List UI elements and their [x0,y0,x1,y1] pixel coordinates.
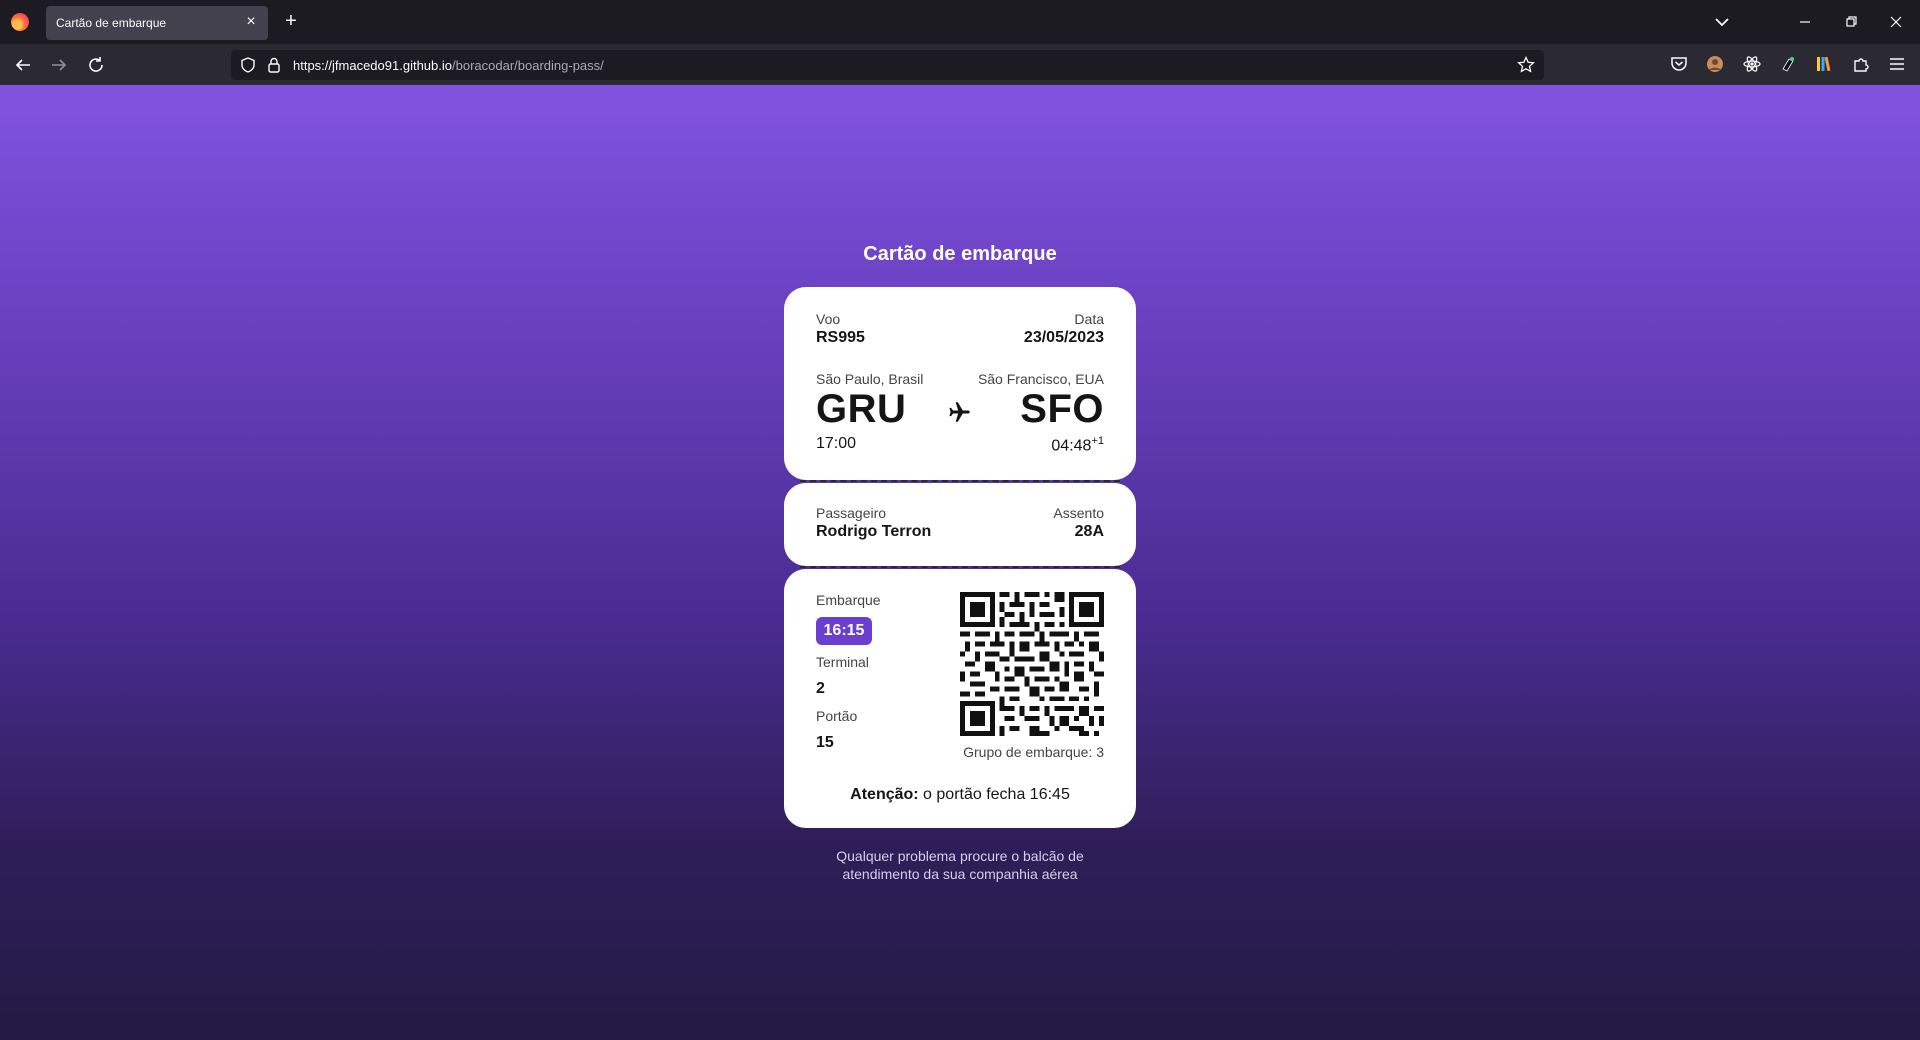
passenger-label: Passageiro [816,505,887,521]
passenger-card: Passageiro Rodrigo Terron Assento 28A [784,483,1136,566]
tab-title: Cartão de embarque [56,16,167,30]
back-arrow-icon[interactable] [10,52,36,78]
url-text[interactable]: https://jfmacedo91.github.io/boracodar/b… [293,58,604,73]
date-label: Data [1074,311,1104,327]
extension-dark-icon[interactable] [1777,53,1799,75]
hamburger-menu-icon[interactable] [1886,53,1908,75]
arrival-time-group: 04:48+1 [1051,435,1104,455]
airplane-icon [949,402,970,422]
lock-icon[interactable] [265,56,283,74]
boarding-label: Embarque [816,592,881,608]
origin-code: GRU [816,387,907,431]
help-footnote: Qualquer problema procure o balcão de at… [0,847,1920,883]
gate-value: 15 [816,734,834,751]
flight-label: Voo [816,311,841,327]
seat-label: Assento [1053,505,1104,521]
bookmark-star-icon[interactable] [1516,55,1536,75]
url-bar[interactable]: https://jfmacedo91.github.io/boracodar/b… [231,50,1544,80]
url-path: /boracodar/boarding-pass/ [452,58,604,73]
seat-number: 28A [1074,523,1104,540]
gate-label: Portão [816,708,858,724]
page-background: Cartão de embarque Voo RS995 Data 23/05/… [0,85,1920,1040]
footnote-line-2: atendimento da sua companhia aérea [842,866,1078,882]
firefox-logo-icon[interactable] [11,13,29,31]
reload-icon[interactable] [83,52,109,78]
terminal-value: 2 [816,680,825,697]
attention-text: o portão fecha 16:45 [918,786,1070,803]
attention-strong: Atenção: [850,786,919,803]
attention-notice: Atenção: o portão fecha 16:45 [784,786,1136,804]
tab-active[interactable]: Cartão de embarque × [46,6,268,40]
boarding-time-badge: 16:15 [816,617,872,645]
departure-time: 17:00 [816,435,857,452]
flight-number: RS995 [816,329,865,346]
restore-icon[interactable] [1839,10,1863,34]
passenger-name: Rodrigo Terron [816,523,932,540]
chevron-down-icon[interactable] [1710,10,1734,34]
arrival-day-offset: +1 [1091,435,1104,447]
destination-code: SFO [1020,387,1104,431]
shield-icon[interactable] [239,56,257,74]
qr-code [960,592,1104,736]
close-tab-icon[interactable]: × [242,12,260,32]
account-avatar-icon[interactable] [1704,53,1726,75]
footnote-line-1: Qualquer problema procure o balcão de [836,848,1084,864]
url-host: https://jfmacedo91.github.io [293,58,452,73]
terminal-label: Terminal [816,654,869,670]
boarding-group: Grupo de embarque: 3 [963,744,1104,760]
origin-city: São Paulo, Brasil [816,371,924,387]
pocket-icon[interactable] [1668,53,1690,75]
extensions-puzzle-icon[interactable] [1850,53,1872,75]
tab-bar: Cartão de embarque × + [0,0,1920,44]
boarding-card: Embarque 16:15 Terminal 2 Portão 15 Grup… [784,569,1136,828]
new-tab-button[interactable]: + [280,10,302,32]
destination-city: São Francisco, EUA [977,371,1104,387]
minimize-icon[interactable] [1793,10,1817,34]
library-icon[interactable] [1813,53,1835,75]
arrival-time: 04:48 [1051,437,1092,455]
flight-info-card: Voo RS995 Data 23/05/2023 São Paulo, Bra… [784,287,1136,480]
forward-arrow-icon[interactable] [46,52,72,78]
flight-date: 23/05/2023 [1023,329,1104,346]
tear-line-divider [800,480,1120,482]
close-window-icon[interactable] [1884,10,1908,34]
tear-line-divider [800,566,1120,568]
page-title: Cartão de embarque [863,243,1057,265]
react-devtools-icon[interactable] [1741,53,1763,75]
